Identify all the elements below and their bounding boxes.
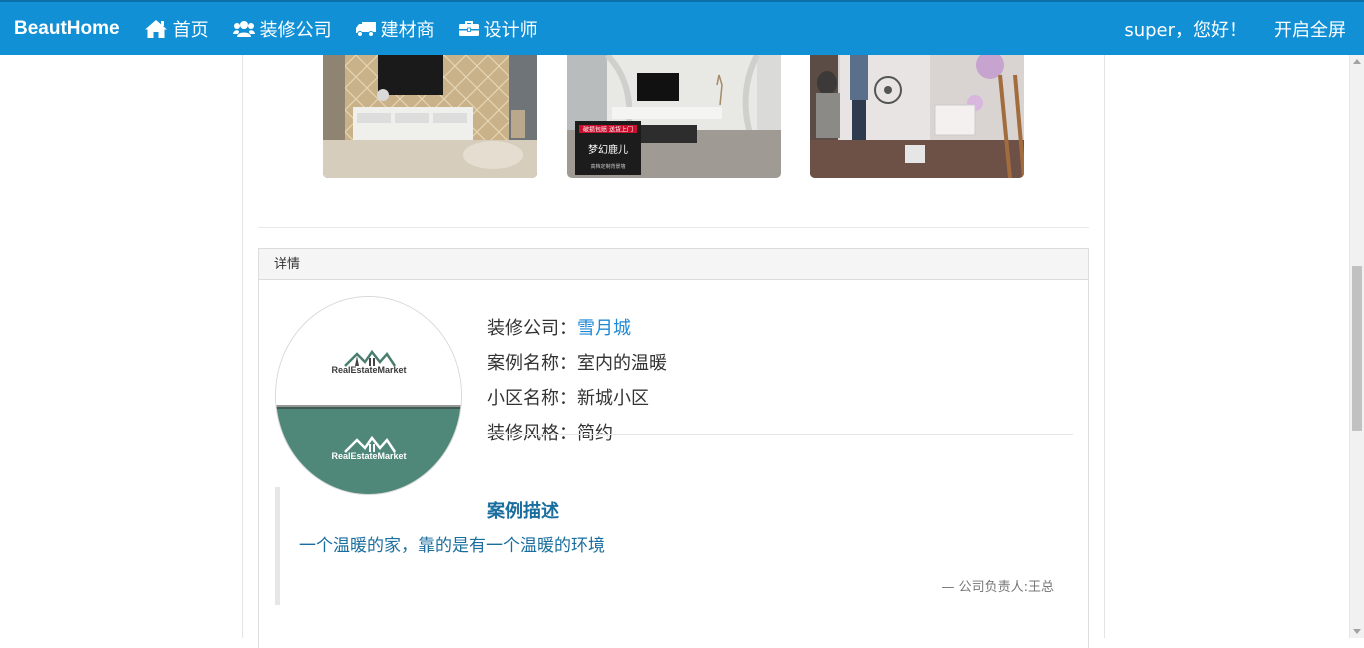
main-container: 破损包赔 送货上门 梦幻鹿儿 高档定制背景墙 详情 RealEstateMark…	[242, 55, 1105, 648]
nav-item-label: 设计师	[483, 19, 538, 41]
info-value: 新城小区	[577, 388, 649, 409]
info-label: 装修公司：	[487, 318, 577, 339]
scroll-down-arrow-icon[interactable]	[1353, 629, 1361, 634]
users-icon	[232, 20, 255, 38]
photo-caption-top: 破损包赔 送货上门	[583, 126, 633, 134]
nav-right: super，您好！ 开启全屏	[1124, 16, 1364, 42]
blockquote-bar	[275, 487, 280, 605]
photo-caption-sub: 高档定制背景墙	[590, 163, 625, 170]
panel-heading: 详情	[259, 249, 1088, 280]
nav-item-home[interactable]: 首页	[144, 16, 209, 42]
truck-icon	[355, 21, 376, 37]
nav-item-materials[interactable]: 建材商	[355, 16, 435, 42]
briefcase-icon	[458, 20, 479, 37]
info-label: 小区名称：	[487, 388, 577, 409]
detail-panel: 详情 RealEstateMarket RealEstateMarket 装修公…	[258, 248, 1089, 648]
nav-item-designers[interactable]: 设计师	[458, 16, 538, 42]
description-title: 案例描述	[487, 501, 559, 522]
nav-item-label: 建材商	[380, 19, 435, 41]
company-link[interactable]: 雪月城	[577, 318, 631, 339]
case-info: 装修公司：雪月城 案例名称：室内的温暖 小区名称：新城小区 装修风格：简约	[487, 311, 667, 451]
case-photo-1[interactable]	[323, 55, 537, 178]
case-photos: 破损包赔 送货上门 梦幻鹿儿 高档定制背景墙	[243, 55, 1104, 178]
logo-text-top: RealEstateMarket	[331, 365, 406, 375]
home-icon	[144, 19, 168, 39]
scroll-up-arrow-icon[interactable]	[1353, 59, 1361, 64]
info-row-company: 装修公司：雪月城	[487, 311, 667, 346]
info-divider	[487, 434, 1073, 435]
fullscreen-button[interactable]: 开启全屏	[1274, 16, 1346, 42]
quote-footer: — 公司负责人:王总	[941, 580, 1054, 595]
page-scrollbar[interactable]	[1349, 55, 1364, 638]
nav-item-companies[interactable]: 装修公司	[232, 16, 332, 42]
section-divider	[258, 227, 1089, 228]
brand-logo[interactable]: BeautHome	[14, 18, 120, 40]
user-greeting[interactable]: super，您好！	[1124, 16, 1247, 42]
scrollbar-thumb[interactable]	[1352, 266, 1362, 431]
info-value: 室内的温暖	[577, 353, 667, 374]
nav-menu: 首页 装修公司 建材商 设计师	[144, 16, 562, 42]
logo-text-bottom: RealEstateMarket	[331, 451, 406, 461]
info-row-case-name: 案例名称：室内的温暖	[487, 346, 667, 381]
info-label: 案例名称：	[487, 353, 577, 374]
nav-item-label: 装修公司	[259, 19, 332, 41]
company-logo: RealEstateMarket RealEstateMarket	[275, 296, 462, 495]
top-navbar: BeautHome 首页 装修公司 建材商 设计师 super，您好！ 开启全屏	[0, 0, 1364, 55]
case-photo-2[interactable]: 破损包赔 送货上门 梦幻鹿儿 高档定制背景墙	[567, 55, 781, 178]
case-photo-3[interactable]	[810, 55, 1024, 178]
description-text: 一个温暖的家，靠的是有一个温暖的环境	[299, 536, 605, 556]
photo-caption-main: 梦幻鹿儿	[588, 143, 628, 156]
nav-item-label: 首页	[172, 19, 209, 41]
info-row-community: 小区名称：新城小区	[487, 381, 667, 416]
